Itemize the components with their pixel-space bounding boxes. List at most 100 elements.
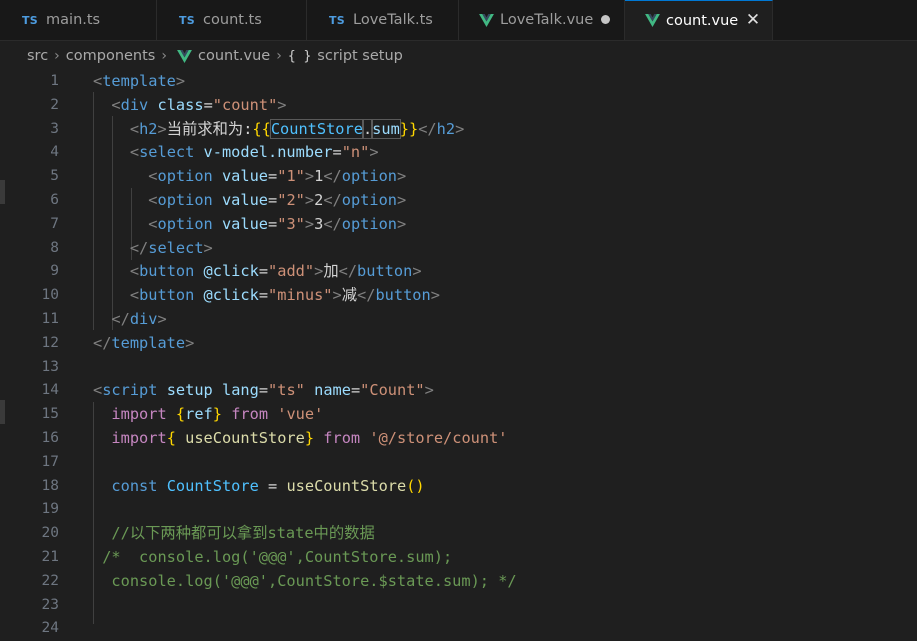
tab-count-vue[interactable]: count.vue ✕ bbox=[625, 0, 773, 40]
code-token: </ bbox=[338, 262, 358, 281]
tab-label: LoveTalk.ts bbox=[353, 12, 433, 28]
code-line[interactable]: 4 <select v-model.number="n"> bbox=[0, 141, 917, 165]
tab-lovetalk-ts[interactable]: TS LoveTalk.ts bbox=[307, 0, 459, 40]
code-token: div bbox=[120, 95, 149, 114]
code-text: <option value="3">3</option> bbox=[93, 213, 406, 237]
code-text: <button @click="minus">减</button> bbox=[93, 284, 440, 308]
code-token: </ bbox=[111, 310, 130, 328]
code-token: "Count" bbox=[360, 381, 425, 400]
line-number: 22 bbox=[41, 572, 59, 589]
line-number: 23 bbox=[41, 596, 59, 613]
code-line[interactable]: 8 </select> bbox=[0, 237, 917, 261]
code-token: value bbox=[221, 167, 269, 186]
code-token: {{ bbox=[252, 119, 271, 138]
code-token: </ bbox=[323, 191, 342, 209]
line-number: 20 bbox=[41, 525, 59, 542]
code-line[interactable]: 24 bbox=[0, 617, 917, 641]
code-line[interactable]: 12 </template> bbox=[0, 332, 917, 356]
code-token: "minus" bbox=[268, 286, 333, 305]
code-line[interactable]: 10 <button @click="minus">减</button> bbox=[0, 284, 917, 308]
code-token: 2 bbox=[314, 191, 324, 209]
code-line[interactable]: 6 <option value="2">2</option> bbox=[0, 189, 917, 213]
code-token: h2 bbox=[139, 119, 158, 138]
tab-count-ts[interactable]: TS count.ts bbox=[157, 0, 307, 40]
vue-icon bbox=[177, 49, 192, 63]
breadcrumb-item-file[interactable]: count.vue bbox=[198, 48, 270, 64]
code-line[interactable]: 9 <button @click="add">加</button> bbox=[0, 260, 917, 284]
code-token: option bbox=[157, 214, 213, 233]
code-token: select bbox=[148, 238, 204, 257]
code-line[interactable]: 18 const CountStore = useCountStore() bbox=[0, 475, 917, 499]
tab-label: count.ts bbox=[203, 12, 262, 28]
code-line[interactable]: 15 import {ref} from 'vue' bbox=[0, 403, 917, 427]
code-token: /* console.log('@@@',CountStore.sum); bbox=[102, 548, 453, 566]
line-number: 19 bbox=[41, 501, 59, 518]
code-line[interactable]: 1 <template> bbox=[0, 70, 917, 94]
code-line[interactable]: 17 bbox=[0, 451, 917, 475]
code-token: "2" bbox=[277, 191, 305, 209]
code-token: < bbox=[129, 143, 140, 162]
code-token: </ bbox=[357, 286, 376, 305]
close-icon[interactable]: ✕ bbox=[742, 9, 764, 31]
breadcrumb-item-symbol[interactable]: script setup bbox=[317, 48, 403, 64]
code-line[interactable]: 2 <div class="count"> bbox=[0, 94, 917, 118]
code-token: value bbox=[221, 191, 269, 209]
code-line[interactable]: 21 /* console.log('@@@',CountStore.sum); bbox=[0, 546, 917, 570]
tab-label: LoveTalk.vue bbox=[500, 12, 594, 28]
breadcrumb-item-src[interactable]: src bbox=[27, 48, 48, 64]
code-token: CountStore bbox=[269, 118, 364, 139]
tab-lovetalk-vue[interactable]: LoveTalk.vue bbox=[459, 0, 625, 40]
code-token: 3 bbox=[314, 214, 324, 233]
unsaved-dot-icon[interactable] bbox=[601, 15, 610, 24]
code-token: </ bbox=[323, 167, 342, 186]
editor-tab-bar: TS main.ts TS count.ts TS LoveTalk.ts Lo… bbox=[0, 0, 917, 41]
code-token: setup bbox=[166, 381, 213, 400]
code-token: "1" bbox=[277, 167, 305, 186]
tab-main-ts[interactable]: TS main.ts bbox=[0, 0, 157, 40]
code-line[interactable]: 23 bbox=[0, 594, 917, 618]
code-token: option bbox=[157, 191, 213, 209]
code-token: 'vue' bbox=[277, 405, 324, 424]
code-token: > bbox=[455, 119, 465, 138]
code-token: = bbox=[268, 214, 278, 233]
code-text: <button @click="add">加</button> bbox=[93, 260, 422, 284]
code-line[interactable]: 13 bbox=[0, 356, 917, 380]
breadcrumb-item-components[interactable]: components bbox=[66, 48, 156, 64]
code-token: = bbox=[268, 476, 278, 495]
line-number: 16 bbox=[41, 430, 59, 446]
code-editor[interactable]: 1 <template> 2 <div class="count"> 3 <h2>当前… bbox=[0, 68, 917, 636]
line-number: 21 bbox=[41, 549, 59, 565]
code-token: "ts" bbox=[268, 381, 305, 400]
code-text: </div> bbox=[93, 308, 166, 332]
code-token: const bbox=[111, 476, 158, 495]
code-line[interactable]: 20 //以下两种都可以拿到state中的数据 bbox=[0, 522, 917, 546]
code-line[interactable]: 22 console.log('@@@',CountStore.$state.s… bbox=[0, 570, 917, 594]
code-token: = bbox=[258, 286, 269, 305]
code-line[interactable]: 7 <option value="3">3</option> bbox=[0, 213, 917, 237]
code-line[interactable]: 19 bbox=[0, 498, 917, 522]
code-line[interactable]: 5 <option value="1">1</option> bbox=[0, 165, 917, 189]
code-text: <h2>当前求和为:{{CountStore.sum}}</h2> bbox=[93, 118, 464, 142]
code-token: option bbox=[157, 167, 213, 186]
code-token: '@/store/count' bbox=[369, 429, 508, 447]
code-text: </select> bbox=[93, 237, 213, 261]
code-token: > bbox=[369, 143, 379, 162]
code-token: useCountStore bbox=[185, 429, 305, 447]
code-line[interactable]: 14 <script setup lang="ts" name="Count"> bbox=[0, 379, 917, 403]
line-number: 6 bbox=[50, 192, 59, 208]
code-line[interactable]: 11 </div> bbox=[0, 308, 917, 332]
code-line[interactable]: 16 import{ useCountStore} from '@/store/… bbox=[0, 427, 917, 451]
line-number: 18 bbox=[41, 477, 59, 494]
code-line[interactable]: 3 <h2>当前求和为:{{CountStore.sum}}</h2> bbox=[0, 118, 917, 142]
braces-icon: { } bbox=[287, 48, 312, 64]
